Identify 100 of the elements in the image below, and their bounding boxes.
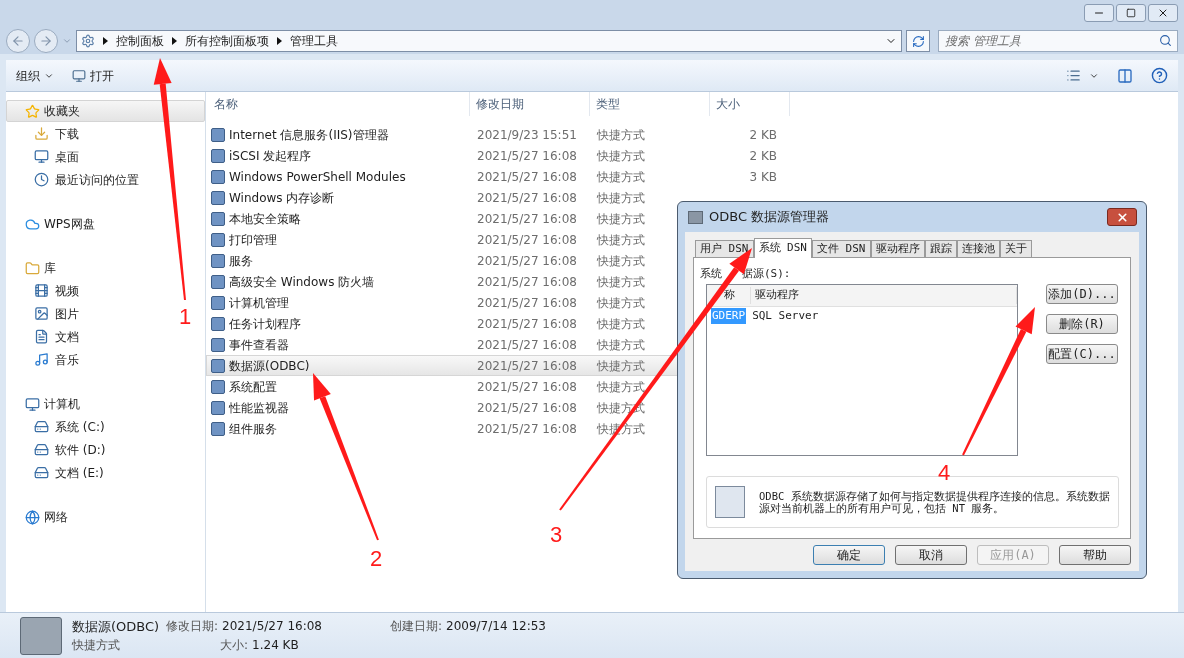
view-options-icon[interactable] — [1066, 68, 1081, 83]
sidebar-item[interactable]: 软件 (D:) — [34, 440, 106, 459]
shortcut-icon — [211, 379, 225, 394]
breadcrumb[interactable]: 所有控制面板项 — [185, 32, 269, 50]
modified-date: 2021/5/27 16:08 — [477, 190, 577, 205]
file-name: 系统配置 — [229, 378, 277, 396]
column-header[interactable]: 修改日期 — [470, 92, 590, 116]
sidebar-icon — [25, 509, 40, 525]
minimize-button[interactable] — [1084, 4, 1114, 22]
shortcut-icon — [211, 169, 225, 184]
dialog-close-button[interactable] — [1107, 208, 1137, 226]
dialog-side-button[interactable]: 配置(C)... — [1046, 344, 1118, 364]
file-size: 2 KB — [748, 147, 777, 165]
sidebar-item[interactable]: 视频 — [34, 281, 79, 300]
dialog-footer-button[interactable]: 取消 — [895, 545, 967, 565]
help-icon[interactable] — [1151, 67, 1168, 84]
shortcut-icon — [211, 253, 225, 268]
info-text: ODBC 系统数据源存储了如何与指定数据提供程序连接的信息。系统数据源对当前机器上的所有用户可见，包括 NT 服务。 — [759, 490, 1110, 514]
sidebar-item[interactable]: 桌面 — [34, 147, 79, 166]
file-name: Windows 内存诊断 — [229, 189, 335, 207]
modified-date: 2021/5/27 16:08 — [477, 358, 577, 373]
status-label: 修改日期: — [166, 617, 219, 635]
breadcrumb-arrow-icon[interactable] — [277, 37, 282, 45]
file-row[interactable]: Windows PowerShell Modules 2021/5/27 16:08 快捷方式 3 KB — [206, 166, 796, 187]
dialog-side-button[interactable]: 添加(D)... — [1046, 284, 1118, 304]
refresh-button[interactable] — [906, 30, 930, 52]
address-bar[interactable]: 控制面板 所有控制面板项 管理工具 — [76, 30, 902, 52]
status-value: 2009/7/14 12:53 — [446, 617, 546, 635]
close-button[interactable] — [1148, 4, 1178, 22]
file-row[interactable]: Windows 内存诊断 2021/5/27 16:08 快捷方式 — [206, 187, 796, 208]
sidebar-item[interactable]: 最近访问的位置 — [34, 170, 139, 189]
sidebar-item[interactable]: 音乐 — [34, 350, 79, 369]
file-name: 计算机管理 — [229, 294, 289, 312]
file-row[interactable]: Internet 信息服务(IIS)管理器 2021/9/23 15:51 快捷方式 2 KB — [206, 124, 796, 145]
column-header[interactable]: 名称 — [206, 92, 470, 116]
control-panel-icon — [81, 34, 95, 48]
search-field[interactable]: 搜索 管理工具 — [938, 30, 1178, 52]
shortcut-icon — [211, 274, 225, 289]
modified-date: 2021/5/27 16:08 — [477, 274, 577, 289]
sidebar-item[interactable]: 文档 — [34, 327, 79, 346]
sidebar-group[interactable]: WPS网盘 — [6, 213, 205, 235]
breadcrumb-arrow-icon[interactable] — [172, 37, 177, 45]
dialog-tab[interactable]: 关于 — [999, 240, 1032, 257]
status-label: 创建日期: — [390, 617, 443, 635]
sidebar-group[interactable]: 网络 — [6, 506, 205, 528]
column-header[interactable]: 类型 — [590, 92, 710, 116]
modified-date: 2021/5/27 16:08 — [477, 253, 577, 268]
organize-menu[interactable]: 组织 — [16, 66, 54, 85]
dialog-footer-button[interactable]: 帮助 — [1059, 545, 1131, 565]
sidebar-icon — [25, 216, 40, 232]
file-type: 快捷方式 — [597, 295, 645, 310]
status-value: 2021/5/27 16:08 — [222, 617, 322, 635]
list-column-header[interactable]: 驱动程序 — [751, 287, 1017, 304]
preview-pane-icon[interactable] — [1117, 67, 1133, 84]
window-icon — [72, 68, 86, 83]
dialog-tab[interactable]: 跟踪 — [924, 240, 957, 257]
dialog-side-button[interactable]: 删除(R) — [1046, 314, 1118, 334]
open-button[interactable]: 打开 — [72, 66, 114, 85]
annotation-number: 2 — [369, 546, 383, 571]
sidebar-group[interactable]: 库 — [6, 257, 205, 279]
file-type: 快捷方式 — [597, 211, 645, 226]
sidebar-group[interactable]: 计算机 — [6, 393, 205, 415]
modified-date: 2021/5/27 16:08 — [477, 400, 577, 415]
file-size: 3 KB — [748, 168, 777, 186]
file-type: 快捷方式 — [597, 127, 645, 142]
sidebar-icon — [34, 149, 49, 164]
breadcrumb-arrow-icon[interactable] — [103, 37, 108, 45]
file-type: 快捷方式 — [597, 232, 645, 247]
file-name: 性能监视器 — [229, 399, 289, 417]
sidebar-icon — [34, 172, 49, 187]
shortcut-icon — [211, 400, 225, 415]
file-name: 本地安全策略 — [229, 210, 301, 228]
dialog-tab[interactable]: 用户 DSN — [695, 240, 754, 257]
sidebar-item[interactable]: 文档 (E:) — [34, 463, 104, 482]
file-type: 快捷方式 — [597, 190, 645, 205]
dialog-footer-button[interactable]: 确定 — [813, 545, 885, 565]
sidebar-item[interactable]: 图片 — [34, 304, 79, 323]
dsn-driver: SQL Server — [752, 307, 819, 324]
sidebar-group[interactable]: 收藏夹 — [6, 100, 205, 122]
file-type: 快捷方式 — [597, 379, 645, 394]
breadcrumb[interactable]: 管理工具 — [290, 32, 338, 50]
modified-date: 2021/5/27 16:08 — [477, 316, 577, 331]
sidebar-label: 库 — [44, 260, 56, 277]
shortcut-icon — [211, 148, 225, 163]
sidebar-icon — [34, 465, 49, 480]
maximize-button[interactable] — [1116, 4, 1146, 22]
file-row[interactable]: iSCSI 发起程序 2021/5/27 16:08 快捷方式 2 KB — [206, 145, 796, 166]
dialog-tab[interactable]: 文件 DSN — [812, 240, 871, 257]
file-type: 快捷方式 — [597, 316, 645, 331]
dialog-tab[interactable]: 驱动程序 — [870, 240, 925, 257]
file-type: 快捷方式 — [597, 169, 645, 184]
sidebar-label: WPS网盘 — [44, 216, 95, 233]
column-header[interactable]: 大小 — [710, 92, 790, 116]
breadcrumb[interactable]: 控制面板 — [116, 32, 164, 50]
sidebar-item[interactable]: 下载 — [34, 124, 79, 143]
modified-date: 2021/5/27 16:08 — [477, 421, 577, 436]
data-source-list[interactable]: 称 驱动程序 GDERP SQL Server — [706, 284, 1018, 456]
dialog-tab[interactable]: 连接池 — [956, 240, 1000, 257]
sidebar-item[interactable]: 系统 (C:) — [34, 417, 105, 436]
dialog-tab[interactable]: 系统 DSN — [753, 238, 812, 258]
